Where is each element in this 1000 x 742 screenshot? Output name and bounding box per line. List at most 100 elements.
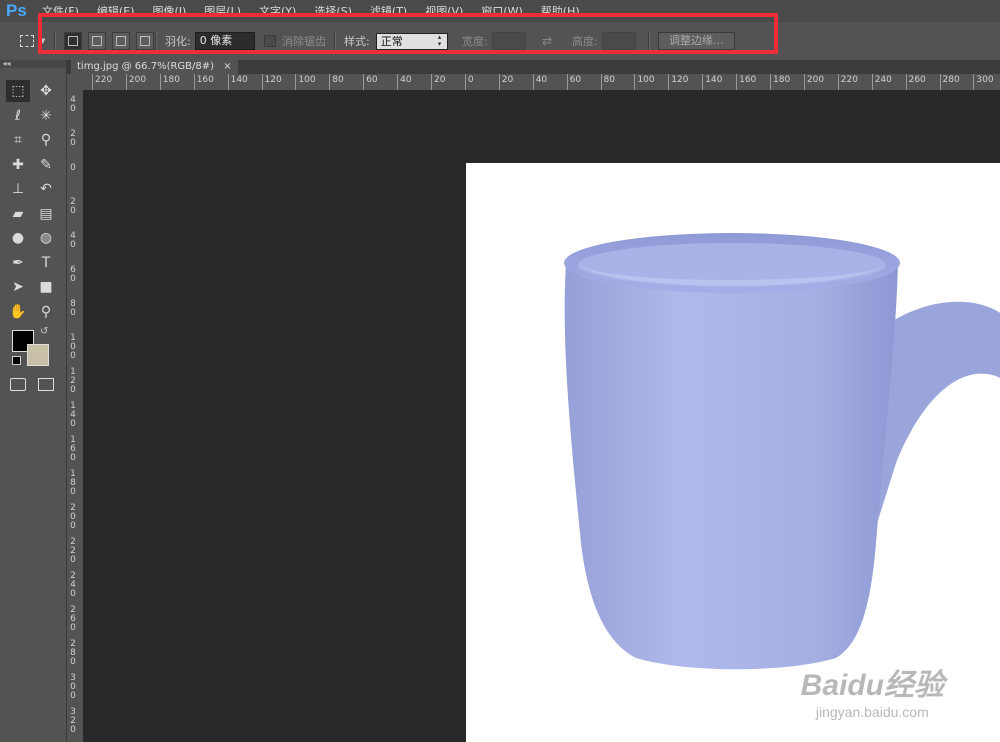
background-color-swatch[interactable]	[27, 344, 49, 366]
history-brush-tool-icon[interactable]: ↶	[34, 178, 58, 200]
ruler-h-label: 220	[95, 75, 113, 85]
swap-width-height-icon[interactable]: ⇄	[542, 34, 552, 48]
ruler-h-label: 280	[942, 75, 960, 85]
hand-tool-icon[interactable]: ✋	[6, 301, 30, 323]
ruler-h-tick	[634, 74, 636, 90]
magic-wand-tool-icon[interactable]: ✳	[34, 105, 58, 127]
ruler-h-label: 140	[230, 75, 248, 85]
close-icon[interactable]: ×	[223, 61, 231, 72]
zoom-tool-icon[interactable]: ⚲	[34, 301, 58, 323]
feather-input[interactable]: 0 像素	[194, 32, 255, 50]
ruler-v-label: 60	[70, 265, 76, 284]
menu-select[interactable]: 选择(S)	[314, 3, 352, 19]
ruler-v-label: 300	[70, 673, 76, 701]
ruler-v-label: 120	[70, 367, 76, 395]
ruler-h-label: 160	[739, 75, 757, 85]
width-input[interactable]	[491, 32, 526, 50]
dodge-tool-icon[interactable]: ◍	[34, 227, 58, 249]
ruler-h-tick	[939, 74, 941, 90]
intersect-selection-button[interactable]	[136, 32, 154, 50]
add-to-selection-button[interactable]	[88, 32, 106, 50]
blur-tool-icon[interactable]: ●	[6, 227, 30, 249]
menu-layer[interactable]: 图层(L)	[204, 3, 241, 19]
ruler-h-tick	[329, 74, 331, 90]
antialias-checkbox[interactable]	[264, 35, 276, 47]
marquee-tool-icon[interactable]: ⬚	[6, 80, 30, 102]
ruler-v-label: 200	[70, 503, 76, 531]
ruler-h-label: 20	[434, 75, 446, 85]
clone-stamp-tool-icon[interactable]: ⊥	[6, 178, 30, 200]
ruler-h-label: 200	[806, 75, 825, 85]
menu-help[interactable]: 帮助(H)	[541, 3, 580, 19]
new-selection-button[interactable]	[64, 32, 82, 50]
ruler-h-tick	[973, 74, 975, 90]
default-colors-icon[interactable]	[12, 356, 21, 365]
menu-image[interactable]: 图像(I)	[152, 3, 186, 19]
style-select[interactable]: 正常	[375, 32, 448, 50]
new-selection-icon	[68, 36, 78, 46]
ruler-v-label: 20	[70, 129, 76, 148]
ruler-h-tick	[227, 74, 229, 90]
ruler-h-tick	[566, 74, 568, 90]
path-selection-tool-icon[interactable]: ➤	[6, 276, 30, 298]
ruler-v-label: 40	[70, 231, 76, 250]
ruler-v-label: 20	[70, 197, 76, 216]
menu-window[interactable]: 窗口(W)	[481, 3, 522, 19]
horizontal-ruler[interactable]: 220 200 180 160 140 120 100 80 60 40 20 0 20 40 60 80 10…	[83, 74, 1000, 90]
ruler-h-label: 100	[637, 75, 655, 85]
menu-file[interactable]: 文件(F)	[42, 3, 79, 19]
ruler-h-tick	[668, 74, 670, 90]
ruler-v-label: 100	[70, 333, 76, 361]
lasso-tool-icon[interactable]: ℓ	[6, 105, 30, 127]
vertical-ruler[interactable]: 40 20 0 20 40 60 80 100 120 140 160 180 200 220 240 260…	[67, 74, 83, 742]
crop-tool-icon[interactable]: ⌗	[6, 129, 30, 151]
ruler-h-label: 260	[908, 75, 926, 85]
ruler-v-label: 260	[70, 605, 76, 633]
rectangle-tool-icon[interactable]: ■	[34, 276, 58, 298]
ruler-h-label: 160	[196, 75, 214, 85]
document-tab-bar: timg.jpg @ 66.7%(RGB/8#) ×	[67, 60, 1000, 74]
height-input[interactable]	[601, 32, 636, 50]
ruler-h-tick	[397, 74, 399, 90]
add-selection-icon	[92, 36, 102, 46]
menu-type[interactable]: 文字(Y)	[259, 3, 296, 19]
intersect-selection-icon	[140, 36, 150, 46]
menu-bar: Ps 文件(F) 编辑(E) 图像(I) 图层(L) 文字(Y) 选择(S) 滤…	[0, 0, 1000, 22]
swap-colors-icon[interactable]: ↺	[40, 326, 48, 337]
document-tab[interactable]: timg.jpg @ 66.7%(RGB/8#) ×	[71, 60, 238, 74]
screen-mode-icon[interactable]	[38, 378, 54, 391]
ruler-h-label: 140	[705, 75, 723, 85]
eyedropper-tool-icon[interactable]: ⚲	[34, 129, 58, 151]
ruler-h-tick	[837, 74, 839, 90]
healing-brush-tool-icon[interactable]: ✚	[6, 154, 30, 176]
type-tool-icon[interactable]: T	[34, 252, 58, 274]
ruler-v-label: 180	[70, 469, 76, 497]
document-image[interactable]: Baidu经验 jingyan.baidu.com	[466, 163, 1000, 742]
move-tool-icon[interactable]: ✥	[34, 80, 58, 102]
mug-image	[564, 233, 1000, 670]
gradient-tool-icon[interactable]: ▤	[34, 203, 58, 225]
ruler-h-tick	[600, 74, 602, 90]
quick-mask-icon[interactable]	[10, 378, 26, 391]
ruler-h-tick	[871, 74, 873, 90]
ruler-h-tick	[125, 74, 127, 90]
panel-collapse-grip[interactable]: ◂◂	[0, 60, 66, 68]
ruler-h-tick	[736, 74, 738, 90]
ruler-h-tick	[295, 74, 297, 90]
ruler-v-label: 280	[70, 639, 76, 667]
ruler-h-label: 40	[400, 75, 412, 85]
ruler-h-label: 180	[162, 75, 180, 85]
tool-preset-picker[interactable]: ▼	[20, 22, 45, 60]
menu-edit[interactable]: 编辑(E)	[97, 3, 135, 19]
pen-tool-icon[interactable]: ✒	[6, 252, 30, 274]
menu-view[interactable]: 视图(V)	[425, 3, 463, 19]
ruler-h-label: 220	[840, 75, 858, 85]
subtract-from-selection-button[interactable]	[112, 32, 130, 50]
eraser-tool-icon[interactable]: ▰	[6, 203, 30, 225]
ruler-h-tick	[770, 74, 771, 90]
refine-edge-button[interactable]: 调整边缘...	[658, 32, 735, 50]
brush-tool-icon[interactable]: ✎	[34, 154, 58, 176]
ruler-h-label: 120	[264, 75, 282, 85]
menu-filter[interactable]: 滤镜(T)	[370, 3, 407, 19]
ruler-h-label: 120	[671, 75, 689, 85]
